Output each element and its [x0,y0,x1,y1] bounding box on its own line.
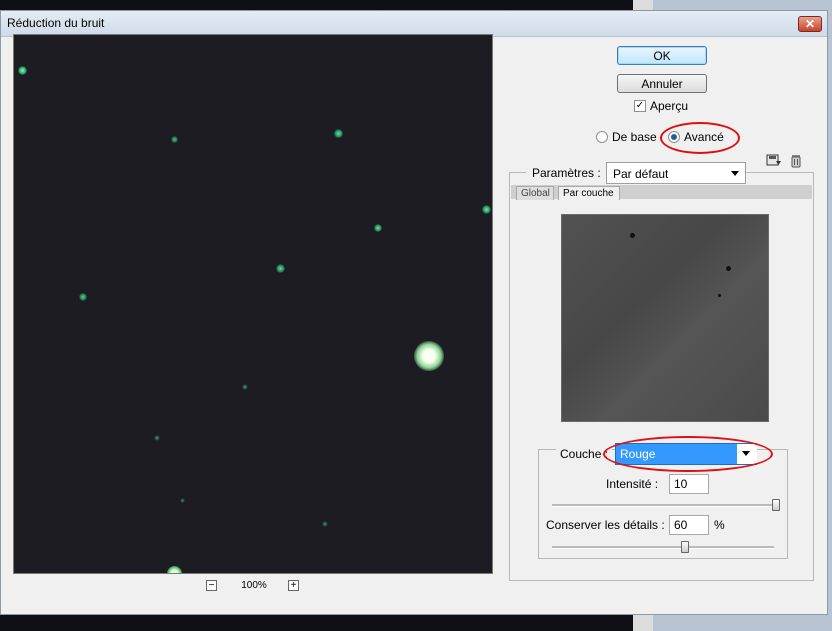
star [18,66,27,75]
settings-select-value: Par défaut [613,167,669,181]
trash-icon[interactable] [788,152,804,168]
details-slider[interactable] [552,546,774,549]
bright-star [414,341,444,371]
noise-dot [726,266,731,271]
star [171,136,178,143]
basic-mode-label: De base [612,130,657,144]
intensity-input[interactable]: 10 [669,474,709,494]
tab-strip [511,185,812,199]
details-unit: % [714,518,725,532]
advanced-mode-radio[interactable] [668,131,680,143]
settings-select[interactable]: Par défaut [606,162,746,184]
chevron-down-icon [731,171,739,176]
zoom-out-button[interactable]: − [206,580,217,591]
noise-dot [718,294,721,297]
tab-per-channel[interactable]: Par couche [558,186,620,200]
star [276,264,285,273]
noise-dot [630,233,635,238]
preview-checkbox[interactable]: ✓ [634,100,646,112]
settings-label: Paramètres : [526,166,607,180]
details-input[interactable]: 60 [669,515,709,535]
star [482,205,491,214]
save-settings-icon[interactable] [766,152,782,168]
star [180,498,185,503]
details-slider-thumb[interactable] [681,541,690,553]
star [334,129,343,138]
image-preview[interactable] [13,34,493,574]
star [79,293,87,301]
advanced-mode-label: Avancé [684,130,724,144]
window-title: Réduction du bruit [7,16,105,30]
star [154,435,160,441]
intensity-label: Intensité : [606,477,659,491]
star [167,566,182,573]
ok-button[interactable]: OK [617,46,707,65]
star [322,521,328,527]
zoom-in-button[interactable]: + [288,580,299,591]
details-label: Conserver les détails : [546,518,665,532]
close-button[interactable]: ✕ [798,16,822,32]
zoom-level: 100% [241,580,267,591]
preview-checkbox-label: Aperçu [650,99,689,113]
star [242,384,248,390]
tab-global[interactable]: Global [516,186,554,200]
channel-label: Couche : [556,447,613,461]
channel-select-value: Rouge [620,447,656,461]
basic-mode-radio[interactable] [596,131,608,143]
channel-select[interactable]: Rouge [615,443,757,465]
close-icon: ✕ [804,17,816,31]
intensity-slider-thumb[interactable] [772,499,780,511]
channel-preview[interactable] [561,214,769,422]
star [374,224,382,232]
cancel-button[interactable]: Annuler [617,74,707,93]
intensity-slider[interactable] [552,504,776,507]
chevron-down-icon [742,451,750,456]
zoom-controls: − 100% + [206,580,306,594]
